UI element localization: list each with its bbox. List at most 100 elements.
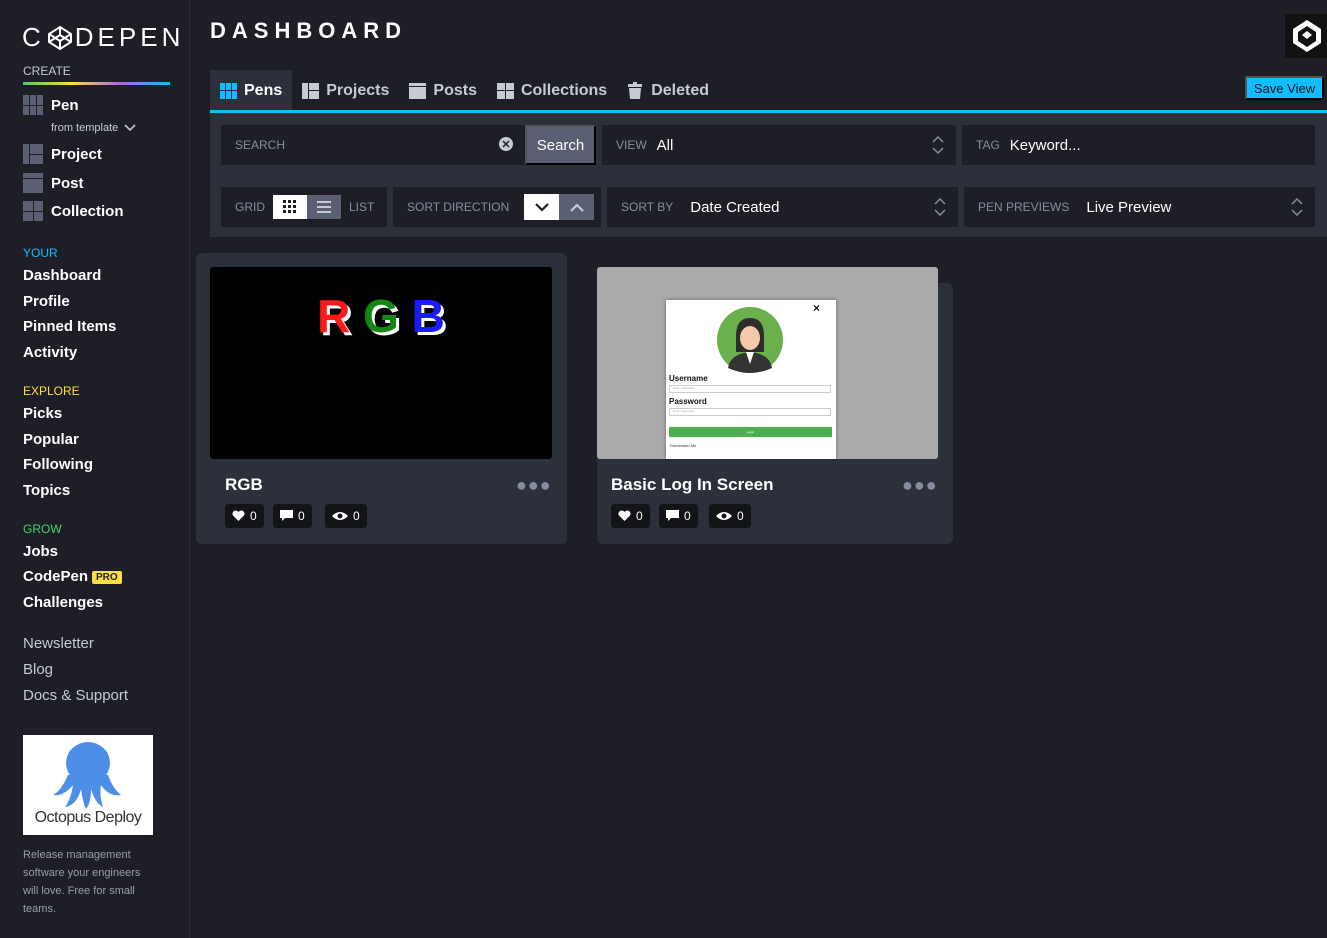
create-post-button[interactable]: Post [23, 173, 84, 193]
chevron-down-icon [534, 202, 549, 212]
sidebar-item-picks[interactable]: Picks [23, 405, 62, 422]
view-select[interactable]: VIEW All [602, 125, 956, 165]
create-project-label: Project [51, 145, 102, 163]
password-input: Enter Password [669, 408, 831, 416]
collections-icon [496, 82, 514, 99]
ad-title: Octopus Deploy [34, 809, 142, 826]
sidebar-item-profile[interactable]: Profile [23, 293, 70, 310]
tab-collections[interactable]: Collections [487, 70, 617, 111]
comment-button[interactable]: 0 [273, 504, 312, 528]
pen-title[interactable]: RGB [225, 475, 263, 495]
tab-posts[interactable]: Posts [399, 70, 487, 111]
save-view-button[interactable]: Save View [1245, 76, 1324, 100]
sidebar-item-blog[interactable]: Blog [23, 661, 53, 678]
app-root: C DEPEN CREATE Pen from template Project [0, 0, 1327, 938]
clear-search-icon[interactable]: ✕ [499, 137, 513, 151]
chevron-up-icon [569, 202, 584, 212]
close-icon: × [812, 301, 820, 315]
username-label: Username [669, 374, 708, 383]
pen-grid-icon [23, 95, 43, 115]
tag-value: Keyword... [1009, 136, 1081, 154]
projects-icon [302, 82, 320, 99]
sort-by-label: SORT BY [621, 200, 674, 214]
views-stat: 0 [325, 504, 367, 528]
sidebar-item-codepen-pro[interactable]: CodePen PRO [23, 568, 122, 585]
search-button[interactable]: Search [525, 125, 596, 165]
create-project-button[interactable]: Project [23, 144, 102, 164]
comment-button[interactable]: 0 [659, 504, 698, 528]
ad-description[interactable]: Release management software your enginee… [23, 846, 158, 918]
from-template-label: from template [51, 122, 119, 134]
user-avatar[interactable] [1285, 14, 1327, 58]
eye-icon [716, 512, 732, 520]
sort-descending-button[interactable] [524, 194, 560, 220]
updown-arrows-icon [1291, 197, 1303, 217]
create-pen-label: Pen [51, 96, 79, 114]
more-options-icon[interactable]: ●●● [902, 475, 938, 496]
tag-field[interactable]: TAG Keyword... [962, 125, 1315, 165]
grid-label: GRID [235, 200, 265, 214]
eye-icon [332, 512, 348, 520]
project-icon [23, 144, 43, 164]
chevron-down-icon [124, 124, 136, 132]
pro-badge: PRO [92, 570, 122, 584]
codepen-logo[interactable]: C DEPEN [22, 22, 184, 53]
like-button[interactable]: 0 [611, 504, 650, 528]
dashboard-tabs: Pens Projects Posts Collections Deleted [210, 70, 719, 111]
like-button[interactable]: 0 [225, 504, 264, 528]
letter-g: G [363, 290, 399, 342]
create-pen-button[interactable]: Pen [23, 95, 79, 115]
comment-icon [666, 510, 679, 521]
tab-projects-label: Projects [326, 81, 390, 99]
pen-card: R G B RGB ●●● 0 0 0 [196, 253, 567, 544]
sidebar-item-topics[interactable]: Topics [23, 482, 70, 499]
tab-deleted[interactable]: Deleted [617, 70, 719, 111]
list-label: LIST [349, 200, 375, 214]
pen-title[interactable]: Basic Log In Screen [611, 475, 774, 495]
comment-count: 0 [684, 509, 691, 523]
sidebar-item-docs-support[interactable]: Docs & Support [23, 687, 128, 704]
pen-previews-value: Live Preview [1086, 198, 1172, 216]
pen-previews-label: PEN PREVIEWS [978, 200, 1070, 214]
logo-text-left: C [22, 22, 45, 52]
rgb-letters: R G B [210, 289, 552, 343]
sort-ascending-button[interactable] [559, 194, 595, 220]
sidebar-item-pinned-items[interactable]: Pinned Items [23, 318, 116, 335]
view-count: 0 [353, 509, 360, 523]
tag-label: TAG [976, 138, 1000, 152]
sidebar-item-challenges[interactable]: Challenges [23, 594, 103, 611]
octopus-logo-icon [53, 742, 121, 809]
pen-preview-login[interactable]: × Username Enter Username Password Enter… [597, 267, 938, 459]
letter-r: R [317, 290, 351, 342]
from-template-dropdown[interactable]: from template [51, 122, 136, 134]
view-value: All [656, 136, 674, 154]
remember-me-preview: Remember Me [670, 443, 697, 448]
grid-list-toggle: GRID LIST [221, 187, 387, 227]
list-view-icon [317, 201, 331, 213]
more-options-icon[interactable]: ●●● [516, 475, 552, 496]
sort-by-select[interactable]: SORT BY Date Created [607, 187, 958, 227]
tab-projects[interactable]: Projects [292, 70, 399, 111]
search-field[interactable]: SEARCH [221, 125, 525, 165]
views-stat: 0 [709, 504, 751, 528]
pen-previews-select[interactable]: PEN PREVIEWS Live Preview [964, 187, 1315, 227]
sidebar-item-jobs[interactable]: Jobs [23, 543, 58, 560]
grid-view-icon [283, 200, 296, 213]
updown-arrows-icon [934, 197, 946, 217]
grid-view-button[interactable] [273, 195, 307, 219]
post-icon [23, 173, 43, 193]
ad-banner[interactable]: Octopus Deploy [23, 735, 153, 835]
tab-posts-label: Posts [433, 81, 477, 99]
tab-pens[interactable]: Pens [210, 70, 293, 111]
pen-preview-rgb[interactable]: R G B [210, 267, 552, 459]
sidebar-item-newsletter[interactable]: Newsletter [23, 635, 94, 652]
sidebar-item-activity[interactable]: Activity [23, 344, 77, 361]
sidebar-item-popular[interactable]: Popular [23, 431, 79, 448]
comment-icon [280, 510, 293, 521]
create-collection-button[interactable]: Collection [23, 201, 124, 221]
sidebar-item-following[interactable]: Following [23, 456, 93, 473]
letter-b: B [411, 290, 445, 342]
collection-icon [23, 201, 43, 221]
list-view-button[interactable] [307, 195, 341, 219]
sidebar-item-dashboard[interactable]: Dashboard [23, 267, 101, 284]
